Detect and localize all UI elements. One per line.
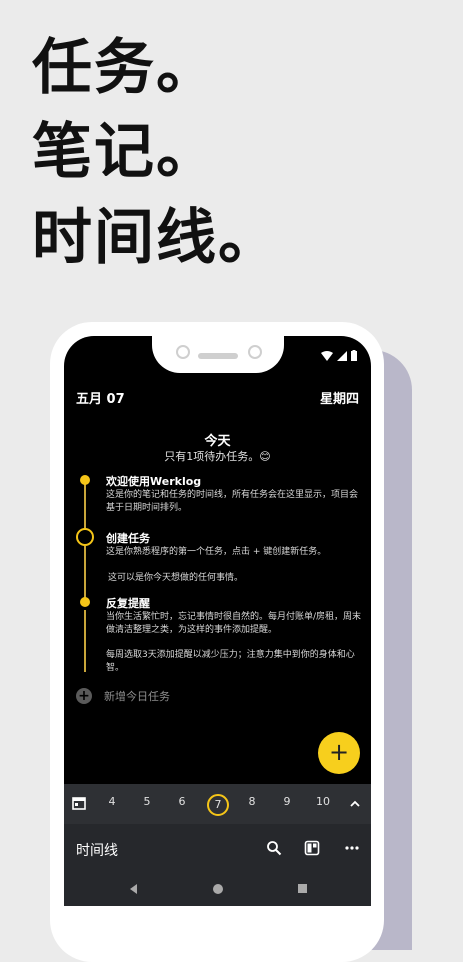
wifi-icon	[321, 351, 333, 361]
headline-tasks: 任务。	[32, 33, 218, 103]
date-chip-selected[interactable]: 7	[207, 794, 229, 816]
add-today-task[interactable]: + 新增今日任务	[76, 688, 170, 704]
task-checkbox[interactable]	[76, 528, 94, 546]
headline-timeline: 时间线。	[32, 203, 280, 273]
battery-icon	[351, 350, 357, 361]
date-chip-10[interactable]: 10	[312, 795, 334, 808]
date-chip-5[interactable]: 5	[136, 795, 158, 808]
date-chip-6[interactable]: 6	[171, 795, 193, 808]
date-chip-9[interactable]: 9	[276, 795, 298, 808]
search-icon[interactable]	[266, 840, 282, 856]
calendar-icon[interactable]	[72, 796, 86, 810]
task-title[interactable]: 创建任务	[106, 530, 150, 546]
timeline-line	[84, 610, 86, 672]
camera-icon	[176, 345, 190, 359]
reminder-title[interactable]: 反复提醒	[106, 595, 150, 611]
date-strip: 4 5 6 7 8 9 10	[64, 784, 371, 824]
task-description: 这是你的笔记和任务的时间线，所有任务会在这里显示，项目会基于日期时间排列。	[106, 490, 359, 513]
signal-icon	[337, 351, 347, 361]
plus-icon: +	[76, 688, 92, 704]
current-weekday: 星期四	[319, 392, 359, 407]
back-icon[interactable]	[130, 884, 137, 894]
speaker-icon	[198, 353, 238, 359]
date-chip-4[interactable]: 4	[101, 795, 123, 808]
task-title[interactable]: 欢迎使用Werklog	[106, 473, 201, 489]
timeline-dot	[80, 475, 90, 485]
status-bar	[321, 350, 357, 361]
add-today-label: 新增今日任务	[104, 690, 170, 703]
current-date: 五月 07	[76, 392, 125, 407]
timeline-dot	[80, 597, 90, 607]
recents-icon[interactable]	[298, 884, 307, 893]
today-summary: 只有1项待办任务。😊	[164, 450, 271, 463]
phone-notch	[152, 336, 284, 373]
app-screen: 五月 07 星期四 今天 只有1项待办任务。😊 欢迎使用Werklog 这是你的…	[64, 336, 371, 906]
layout-icon[interactable]	[304, 840, 320, 856]
more-icon[interactable]	[344, 840, 360, 856]
home-icon[interactable]	[213, 884, 223, 894]
reminder-description: 每周选取3天添加提醒以减少压力；注意力集中到你的身体和心智。	[106, 650, 355, 673]
task-description: 这可以是你今天想做的任何事情。	[108, 573, 244, 583]
bottom-panel: 4 5 6 7 8 9 10 时间线	[64, 784, 371, 906]
today-heading: 今天	[204, 434, 231, 449]
reminder-description: 当你生活繁忙时，忘记事情时很自然的。每月付账单/房租，周末做清洁整理之类，为这样…	[106, 612, 362, 635]
task-description: 这是你熟悉程序的第一个任务，点击 + 键创建新任务。	[106, 547, 327, 557]
sensor-icon	[248, 345, 262, 359]
chevron-up-icon[interactable]	[349, 798, 361, 810]
headline-notes: 笔记。	[32, 117, 218, 187]
add-task-fab[interactable]: +	[318, 732, 360, 774]
system-nav-bar	[64, 874, 371, 906]
date-chip-8[interactable]: 8	[241, 795, 263, 808]
toolbar-title: 时间线	[76, 843, 118, 859]
